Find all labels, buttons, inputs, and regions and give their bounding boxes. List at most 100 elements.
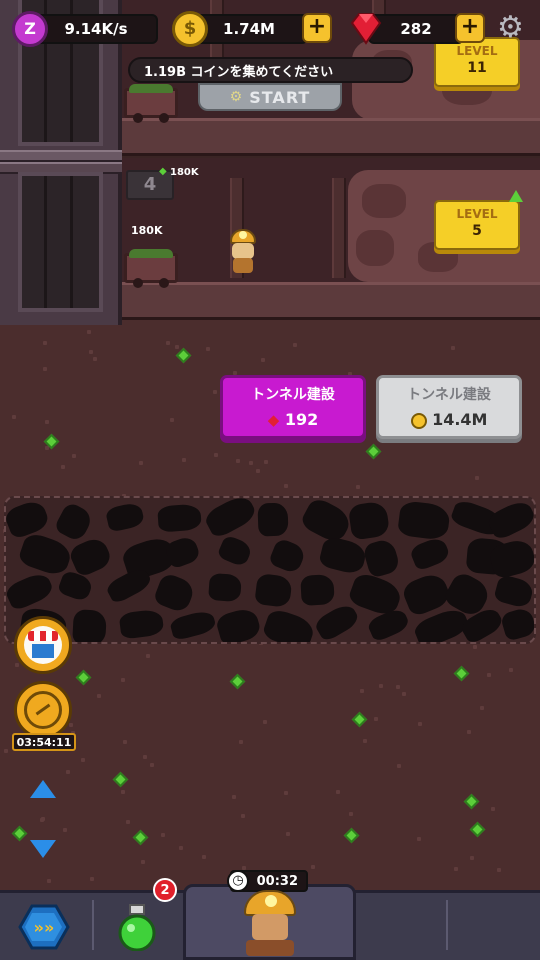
dirt-speck — [45, 420, 49, 424]
chevrons-hex-icon[interactable]: »» — [18, 903, 70, 955]
level-value: 11 — [467, 60, 487, 76]
dirt-speck — [15, 663, 19, 667]
tunnel-stone — [254, 572, 293, 609]
dirt-speck — [89, 350, 93, 354]
miner-manager-icon[interactable] — [240, 890, 300, 956]
dirt-speck — [232, 795, 236, 799]
manager-timer: 00:32 — [256, 873, 298, 889]
mine-level-4-floor — [122, 282, 540, 320]
dirt-speck — [379, 684, 383, 688]
tunnel-stone — [208, 572, 242, 603]
triangle-down-icon[interactable] — [30, 840, 56, 858]
dirt-speck — [454, 867, 458, 871]
dirt-speck — [480, 706, 484, 710]
tunnel-stone — [257, 502, 289, 537]
green-ore-fragment — [229, 673, 246, 690]
dirt-speck — [261, 358, 265, 362]
dirt-speck — [491, 807, 495, 811]
ore-cart-4[interactable] — [124, 249, 178, 288]
green-ore-fragment — [453, 665, 470, 682]
level-upgrade-button-4[interactable]: LEVEL 5 — [434, 200, 520, 250]
clock-icon: ◷ — [227, 870, 249, 892]
tunnel-stone — [300, 574, 335, 606]
dirt-speck — [87, 330, 91, 334]
dirt-speck — [360, 689, 364, 693]
add-coins-button[interactable]: + — [302, 13, 332, 43]
speedometer-icon — [24, 691, 62, 729]
dirt-speck — [81, 758, 85, 762]
elevator-shaft[interactable] — [0, 0, 122, 325]
start-button[interactable]: ⚙ START — [198, 83, 342, 111]
dirt-speck — [402, 692, 406, 696]
goal-banner: 1.19B コインを集めてください — [128, 57, 413, 83]
dirt-speck — [249, 461, 253, 465]
dirt-speck — [126, 820, 130, 824]
build-tunnel-coins-button[interactable]: トンネル建設 14.4M — [376, 375, 522, 439]
tunnel-stone — [118, 608, 165, 640]
tunnel-stone — [317, 535, 369, 576]
tunnel-stone — [493, 573, 534, 610]
tunnel-stone — [485, 498, 534, 542]
dirt-speck — [418, 722, 422, 726]
dirt-speck — [397, 764, 401, 768]
dirt-speck — [66, 770, 70, 774]
miner-character[interactable] — [226, 229, 260, 277]
green-ore-fragment — [351, 711, 368, 728]
green-potion-icon[interactable] — [114, 903, 160, 955]
dirt-speck — [349, 812, 353, 816]
add-gems-button[interactable]: + — [455, 13, 485, 43]
dirt-speck — [487, 673, 491, 677]
level-label: LEVEL — [456, 44, 498, 58]
divider — [446, 900, 448, 950]
green-ore-fragment — [175, 347, 192, 364]
tunnel-stone — [214, 605, 263, 642]
dirt-speck — [202, 855, 206, 859]
plus-icon: + — [307, 14, 327, 39]
settings-gear-icon[interactable]: ⚙ — [497, 13, 529, 45]
tunnel-stone — [347, 500, 391, 541]
dirt-speck — [374, 717, 378, 721]
dirt-speck — [293, 343, 297, 347]
coin-amount: 1.74M — [223, 20, 275, 38]
build-tunnel-label: トンネル建設 — [407, 387, 491, 403]
dirt-speck — [121, 790, 125, 794]
dirt-speck — [470, 856, 474, 860]
dirt-speck — [396, 685, 400, 689]
gem-amount: 282 — [400, 20, 432, 38]
coin-icon: $ — [172, 11, 208, 47]
dirt-speck — [182, 458, 186, 462]
green-ore-fragment — [112, 771, 129, 788]
ruby-icon — [348, 10, 384, 50]
dirt-speck — [12, 415, 16, 419]
triangle-up-icon[interactable] — [30, 780, 56, 798]
dirt-speck — [475, 476, 479, 480]
dirt-speck — [93, 357, 97, 361]
dirt-speck — [175, 345, 179, 349]
gear-icon: ⚙ — [229, 89, 244, 105]
unbuilt-tunnel-rock[interactable] — [4, 496, 536, 644]
idle-rate-display[interactable]: 9.14K/s — [34, 14, 158, 44]
tunnel-stone — [499, 606, 534, 642]
build-tunnel-gems-button[interactable]: トンネル建設 ◆ 192 — [220, 375, 366, 439]
notification-badge: 2 — [153, 878, 177, 902]
dirt-speck — [363, 739, 367, 743]
dirt-speck — [161, 833, 165, 837]
dirt-speck — [179, 846, 183, 850]
tunnel-stone — [53, 500, 95, 544]
tunnel-stone — [361, 537, 402, 579]
dirt-speck — [214, 453, 218, 457]
ore-cart-top[interactable] — [124, 84, 178, 123]
green-ore-fragment — [463, 793, 480, 810]
upgrade-arrow-icon — [509, 190, 523, 202]
shop-button[interactable] — [14, 616, 72, 674]
dirt-speck — [239, 740, 243, 744]
green-ore-fragment — [75, 669, 92, 686]
tunnel-stone — [56, 569, 95, 603]
boost-speed-button[interactable] — [14, 681, 72, 739]
dirt-speck — [146, 654, 150, 658]
tunnel-stone — [168, 608, 218, 642]
coin-cost: 14.4M — [432, 410, 488, 429]
tunnel-stone — [6, 498, 52, 541]
dirt-speck — [123, 740, 127, 744]
green-ore-fragment — [132, 829, 149, 846]
